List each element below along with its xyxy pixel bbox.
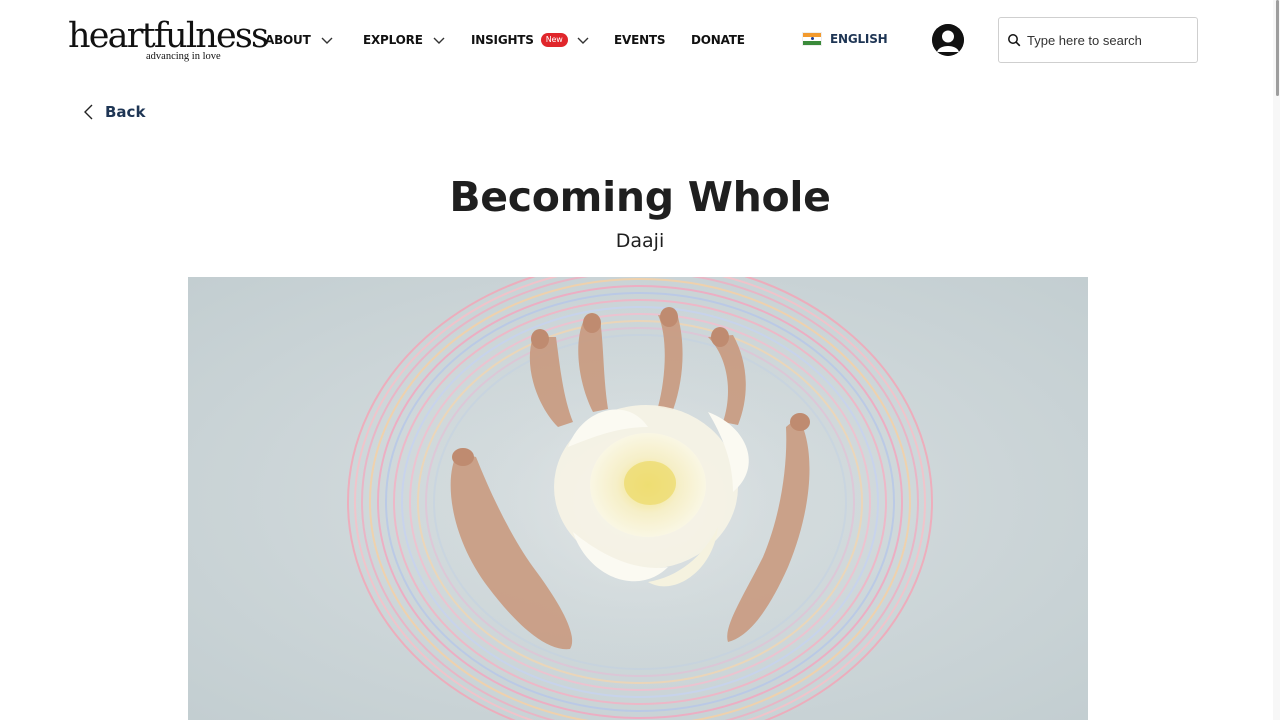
scrollbar-thumb[interactable] [1276, 0, 1279, 96]
heartfulness-logo[interactable]: heartfulness advancing in love [68, 14, 269, 64]
nav-donate-label: DONATE [691, 33, 745, 47]
back-link[interactable]: Back [82, 103, 145, 121]
nav-events-label: EVENTS [614, 33, 666, 47]
logo-tagline: advancing in love [146, 51, 221, 62]
hands-flower-illustration [188, 277, 1088, 720]
search-icon[interactable] [1007, 33, 1021, 47]
article-title: Becoming Whole [449, 173, 831, 221]
site-header: heartfulness advancing in love ABOUT EXP… [0, 0, 1280, 80]
language-selector[interactable]: ENGLISH [802, 32, 888, 46]
chevron-down-icon [433, 37, 445, 44]
nav-explore-label: EXPLORE [363, 33, 423, 47]
page-scrollbar[interactable] [1273, 0, 1280, 720]
chevron-down-icon [321, 37, 333, 44]
article-author: Daaji [615, 230, 665, 252]
back-label: Back [105, 103, 146, 121]
nav-explore[interactable]: EXPLORE [363, 31, 446, 49]
nav-insights[interactable]: INSIGHTS New [471, 31, 590, 49]
nav-donate[interactable]: DONATE [691, 31, 745, 49]
nav-events[interactable]: EVENTS [614, 31, 666, 49]
new-badge: New [540, 33, 568, 47]
nav-insights-label: INSIGHTS [471, 33, 534, 47]
chevron-left-icon [84, 104, 93, 120]
nav-about[interactable]: ABOUT [265, 31, 334, 49]
chevron-down-icon [577, 37, 589, 44]
user-avatar-icon[interactable] [932, 24, 964, 56]
nav-about-label: ABOUT [265, 33, 311, 47]
search-box[interactable] [998, 17, 1198, 63]
india-flag-icon [802, 32, 822, 46]
search-input[interactable] [1027, 32, 1187, 48]
hero-image [188, 277, 1088, 720]
language-label: ENGLISH [830, 32, 888, 46]
